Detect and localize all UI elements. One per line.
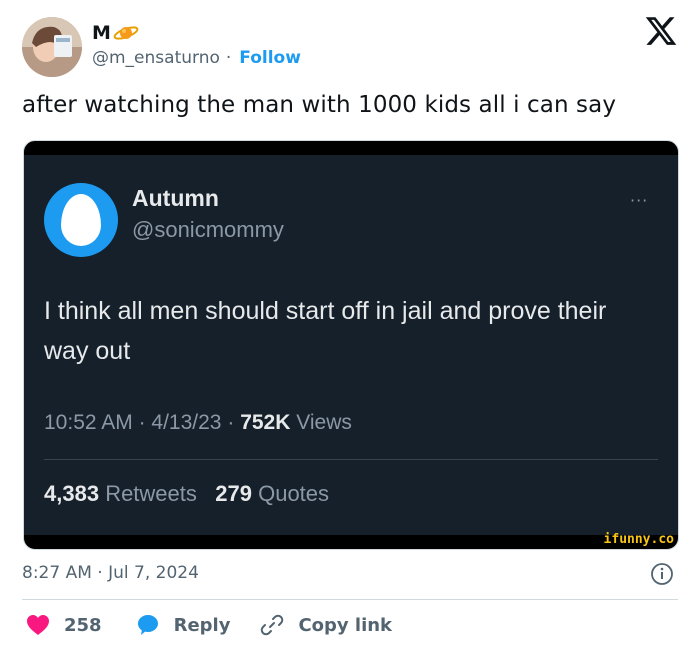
- embedded-date: 4/13/23: [151, 411, 222, 434]
- follow-button[interactable]: Follow: [239, 48, 301, 68]
- embedded-meta: 10:52 AM · 4/13/23 · 752K Views: [44, 411, 352, 435]
- ifunny-watermark: ifunny.co: [603, 532, 674, 547]
- embedded-name: Autumn: [132, 185, 219, 211]
- author-handle[interactable]: @m_ensaturno: [92, 48, 220, 68]
- heart-icon: [27, 615, 49, 635]
- tweet-media[interactable]: Autumn @sonicmommy ··· I think all men s…: [23, 140, 679, 550]
- reply-bubble-icon: [137, 615, 158, 635]
- post-timestamp[interactable]: 8:27 AM · Jul 7, 2024: [22, 563, 199, 583]
- reply-button[interactable]: Reply: [136, 613, 231, 637]
- embedded-divider: [44, 459, 658, 460]
- copy-link-button[interactable]: Copy link: [260, 613, 392, 637]
- quotes-label: Quotes: [258, 481, 330, 506]
- actions-divider: [22, 599, 678, 600]
- reply-label: Reply: [173, 614, 231, 636]
- embedded-handle: @sonicmommy: [132, 217, 284, 242]
- tweet-text: after watching the man with 1000 kids al…: [22, 92, 617, 118]
- author-handle-row: @m_ensaturno · Follow: [92, 48, 301, 68]
- action-bar: 258 Reply Copy link: [26, 610, 392, 640]
- embedded-views-label: Views: [296, 411, 352, 434]
- like-button[interactable]: 258: [26, 614, 102, 636]
- egg-icon: [61, 194, 101, 246]
- meta-sep-1: ·: [138, 411, 146, 434]
- embedded-stats: 4,383 Retweets 279 Quotes: [44, 481, 329, 507]
- author-photo: [22, 17, 82, 77]
- like-count: 258: [64, 614, 102, 636]
- copy-link-label: Copy link: [298, 614, 393, 636]
- retweets-label: Retweets: [105, 481, 197, 506]
- meta-sep-2: ·: [227, 411, 235, 434]
- retweets-count: 4,383: [44, 481, 100, 506]
- quotes-count: 279: [215, 481, 252, 506]
- embedded-text: I think all men should start off in jail…: [44, 297, 607, 365]
- separator-dot: ·: [225, 48, 232, 68]
- link-icon: [261, 614, 284, 636]
- embedded-time: 10:52 AM: [44, 411, 133, 434]
- embedded-tweet: Autumn @sonicmommy ··· I think all men s…: [24, 155, 678, 535]
- author-avatar[interactable]: [22, 17, 82, 77]
- author-name[interactable]: M: [92, 22, 111, 44]
- more-icon: ···: [630, 191, 649, 210]
- planet-icon: [113, 26, 139, 40]
- embedded-avatar: [44, 183, 118, 257]
- author-name-row: M: [92, 20, 139, 46]
- x-logo-icon[interactable]: [644, 14, 678, 48]
- info-icon[interactable]: [650, 562, 674, 586]
- embedded-views-count: 752K: [240, 411, 291, 434]
